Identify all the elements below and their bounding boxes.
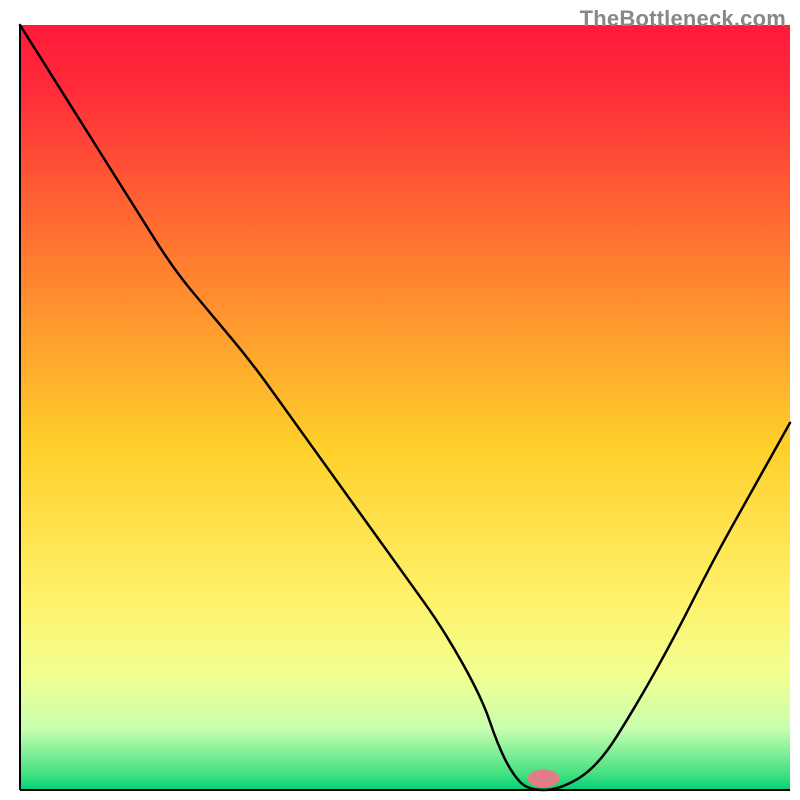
chart-container: TheBottleneck.com: [0, 0, 800, 800]
chart-background: [20, 25, 790, 790]
highlight-marker: [528, 770, 560, 788]
chart-svg: [0, 0, 800, 800]
watermark-text: TheBottleneck.com: [580, 6, 786, 32]
